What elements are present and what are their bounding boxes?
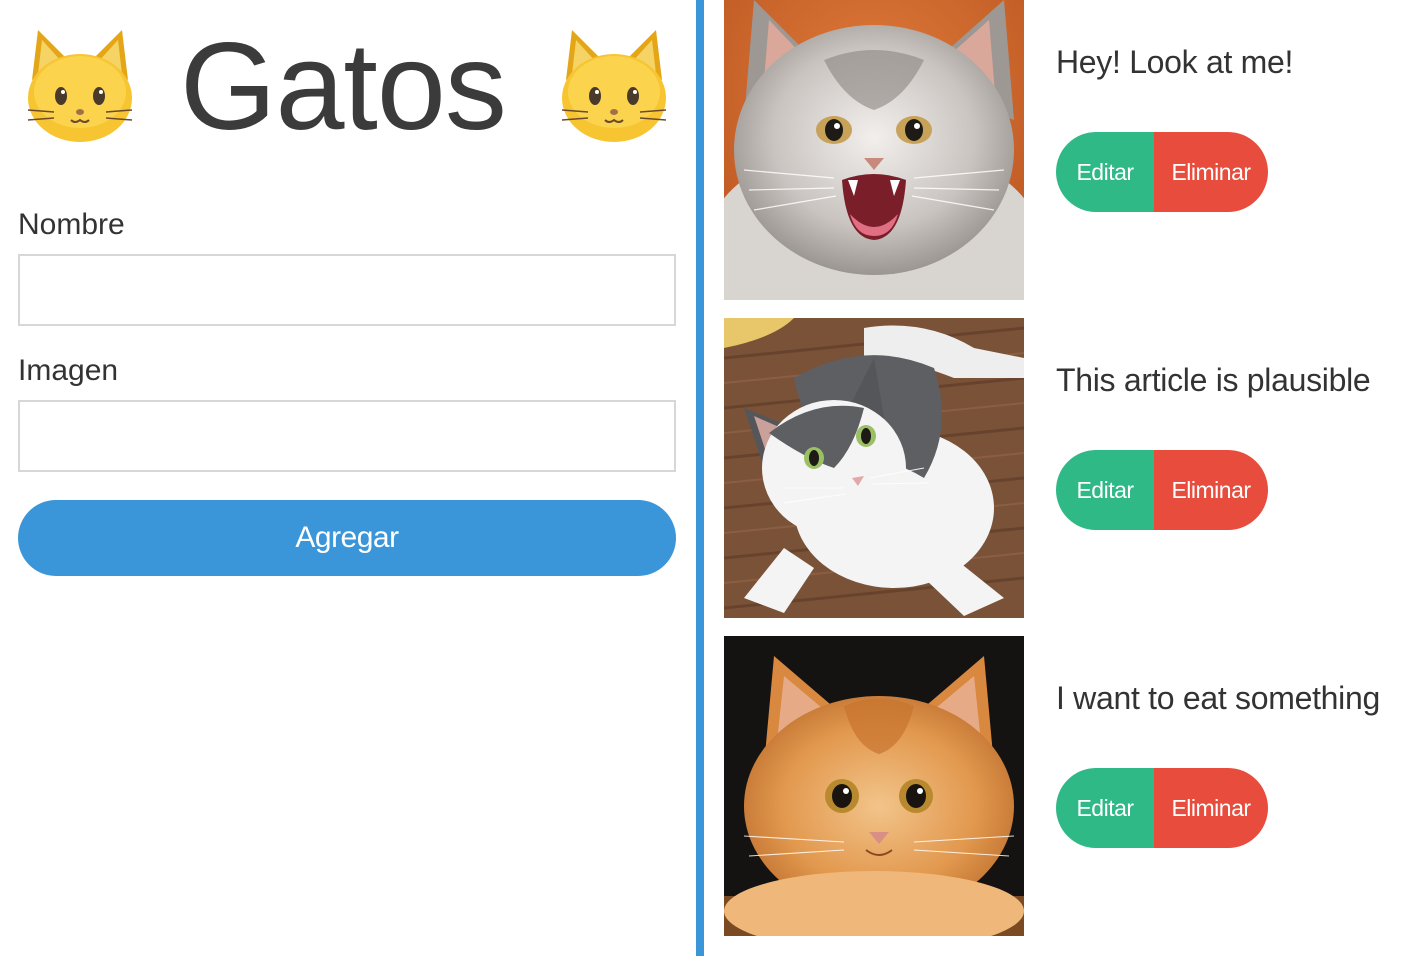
edit-button[interactable]: Editar (1056, 132, 1154, 212)
cat-photo (724, 636, 1024, 936)
cat-name: This article is plausible (1056, 362, 1371, 398)
page-header: Gatos (18, 16, 676, 156)
name-label: Nombre (18, 208, 125, 241)
image-input[interactable] (18, 400, 676, 472)
edit-button[interactable]: Editar (1056, 450, 1154, 530)
panel-divider (696, 0, 704, 956)
cat-card: I want to eat something Editar Eliminar (724, 636, 1404, 936)
cat-card: Hey! Look at me! Editar Eliminar (724, 0, 1404, 300)
edit-button[interactable]: Editar (1056, 768, 1154, 848)
cat-face-icon (561, 30, 667, 142)
cat-name: I want to eat something (1056, 680, 1380, 716)
delete-button[interactable]: Eliminar (1154, 450, 1268, 530)
cat-face-icon (27, 30, 133, 142)
cat-actions: Editar Eliminar (1056, 132, 1268, 212)
name-input[interactable] (18, 254, 676, 326)
cat-list: Hey! Look at me! Editar Eliminar This ar… (704, 0, 1416, 976)
cat-actions: Editar Eliminar (1056, 450, 1268, 530)
cat-name: Hey! Look at me! (1056, 44, 1294, 80)
image-label: Imagen (18, 354, 119, 387)
cat-card: This article is plausible Editar Elimina… (724, 318, 1404, 618)
delete-button[interactable]: Eliminar (1154, 132, 1268, 212)
page-title: Gatos (180, 18, 507, 156)
cat-actions: Editar Eliminar (1056, 768, 1268, 848)
add-cat-panel: Gatos Nombre Imagen Agregar (0, 0, 696, 976)
cat-photo (724, 318, 1024, 618)
cat-photo (724, 0, 1024, 300)
delete-button[interactable]: Eliminar (1154, 768, 1268, 848)
add-button[interactable]: Agregar (18, 500, 676, 576)
